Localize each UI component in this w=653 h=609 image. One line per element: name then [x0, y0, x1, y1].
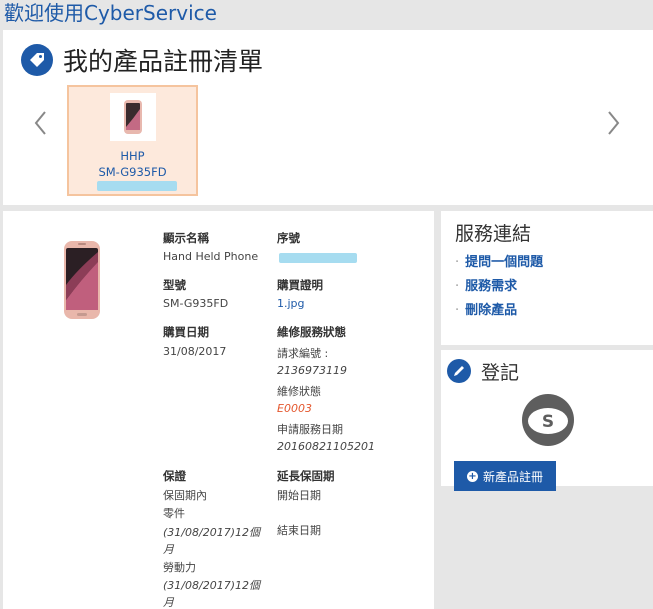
plus-icon: +	[466, 470, 478, 482]
model-value: SM-G935FD	[163, 297, 229, 310]
register-panel: 登記 S + 新產品註冊	[441, 350, 653, 491]
display-name-label: 顯示名稱	[163, 231, 209, 245]
labor-value-line1: (31/08/2017)12個	[163, 579, 260, 592]
serial-label: 序號	[277, 231, 300, 245]
new-product-register-label: 新產品註冊	[482, 469, 543, 484]
in-warranty-value: 保固期內	[163, 489, 207, 502]
product-card[interactable]: HHP SM-G935FD	[67, 85, 198, 196]
delete-product-label: 刪除產品	[465, 303, 518, 318]
parts-value-line2: 月	[163, 543, 174, 556]
product-detail-panel: 顯示名稱 Hand Held Phone 序號 型號 SM-G935FD 購買證…	[3, 211, 434, 609]
parts-label: 零件	[163, 507, 185, 520]
request-no-label: 請求編號 :	[277, 347, 329, 360]
product-serial-redacted	[97, 181, 177, 191]
pencil-icon	[447, 359, 471, 383]
ask-question-label: 提問一個問題	[465, 255, 544, 270]
carousel-next-icon[interactable]	[607, 110, 621, 142]
cyberservice-page: 歡迎使用CyberService 我的產品註冊清單 HHP SM-G935FD …	[0, 0, 653, 609]
product-list-header: 我的產品註冊清單	[21, 42, 263, 78]
welcome-title: 歡迎使用CyberService	[4, 1, 217, 25]
product-image	[63, 240, 101, 324]
product-list-title: 我的產品註冊清單	[63, 47, 264, 76]
parts-value-line1: (31/08/2017)12個	[163, 526, 260, 539]
warranty-label: 保證	[163, 469, 186, 483]
start-date-label: 開始日期	[277, 489, 321, 502]
bullet-icon: ·	[455, 279, 460, 294]
register-title: 登記	[481, 361, 520, 384]
apply-date-value: 20160821105201	[277, 440, 375, 453]
labor-value-line2: 月	[163, 596, 174, 609]
tag-icon	[21, 44, 53, 76]
repair-state-label: 維修狀態	[277, 385, 321, 398]
end-date-label: 結束日期	[277, 524, 321, 537]
service-links-panel: 服務連結 · 提問一個問題 · 服務需求 · 刪除產品	[441, 211, 653, 345]
serial-redacted	[279, 253, 357, 263]
ext-warranty-label: 延長保固期	[277, 469, 335, 483]
service-request-label: 服務需求	[465, 279, 518, 294]
service-links-title: 服務連結	[455, 223, 532, 245]
svg-text:S: S	[542, 412, 554, 432]
delete-product-link[interactable]: · 刪除產品	[455, 299, 517, 318]
register-header: 登記	[447, 358, 519, 384]
bullet-icon: ·	[455, 255, 460, 270]
product-thumbnail	[110, 93, 156, 141]
new-product-register-button[interactable]: + 新產品註冊	[454, 461, 556, 491]
proof-file-link[interactable]: 1.jpg	[277, 297, 305, 310]
repair-state-value: E0003	[277, 402, 312, 415]
labor-label: 勞動力	[163, 561, 196, 574]
apply-date-label: 申請服務日期	[277, 423, 343, 436]
ask-question-link[interactable]: · 提問一個問題	[455, 251, 543, 270]
bullet-icon: ·	[455, 303, 460, 318]
product-model: SM-G935FD	[98, 165, 167, 179]
service-request-link[interactable]: · 服務需求	[455, 275, 517, 294]
carousel-prev-icon[interactable]	[33, 110, 47, 142]
request-no-value: 2136973119	[277, 364, 347, 377]
phone-icon	[124, 100, 142, 134]
display-name-value: Hand Held Phone	[163, 250, 259, 263]
model-label: 型號	[163, 278, 186, 292]
proof-label: 購買證明	[277, 278, 323, 292]
purchase-date-label: 購買日期	[163, 325, 209, 339]
purchase-date-value: 31/08/2017	[163, 345, 227, 358]
repair-status-label: 維修服務狀態	[277, 325, 346, 339]
product-type: HHP	[120, 149, 145, 163]
samsung-s-logo: S	[522, 394, 574, 446]
product-list-panel: 我的產品註冊清單 HHP SM-G935FD	[3, 30, 653, 205]
